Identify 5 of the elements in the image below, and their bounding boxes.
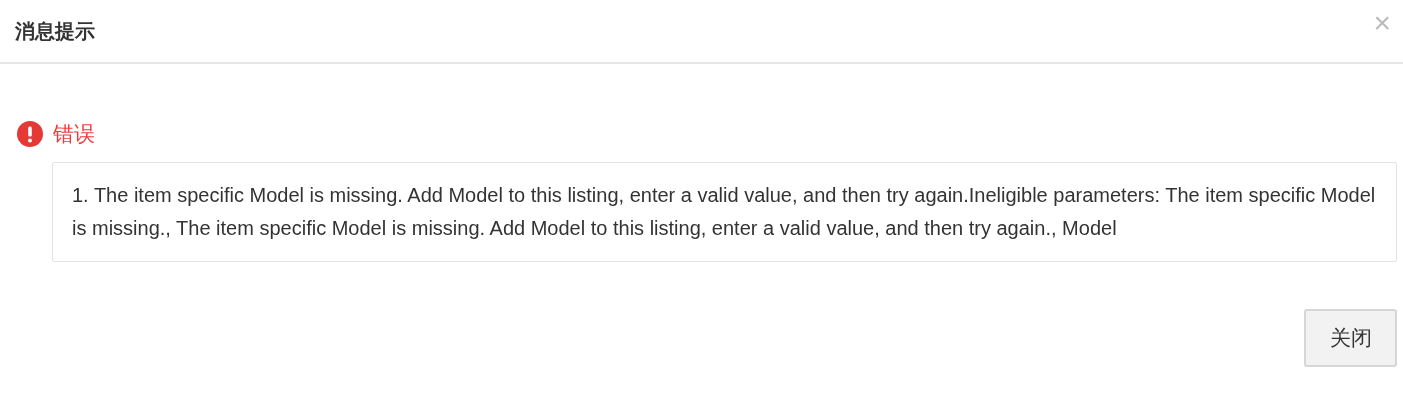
error-label: 错误 [53, 121, 95, 147]
error-icon [17, 120, 43, 147]
dialog-title: 消息提示 [15, 19, 95, 44]
close-dialog-button[interactable]: 关闭 [1304, 308, 1397, 367]
error-message: 1. The item specific Model is missing. Add Model to this listing, enter a valid value, and then try again.Ineligible parameters: The item specific Model is missing., The item specific Model is missing. Add Model to this listing, enter a valid value, and then try again., Model [52, 161, 1397, 262]
